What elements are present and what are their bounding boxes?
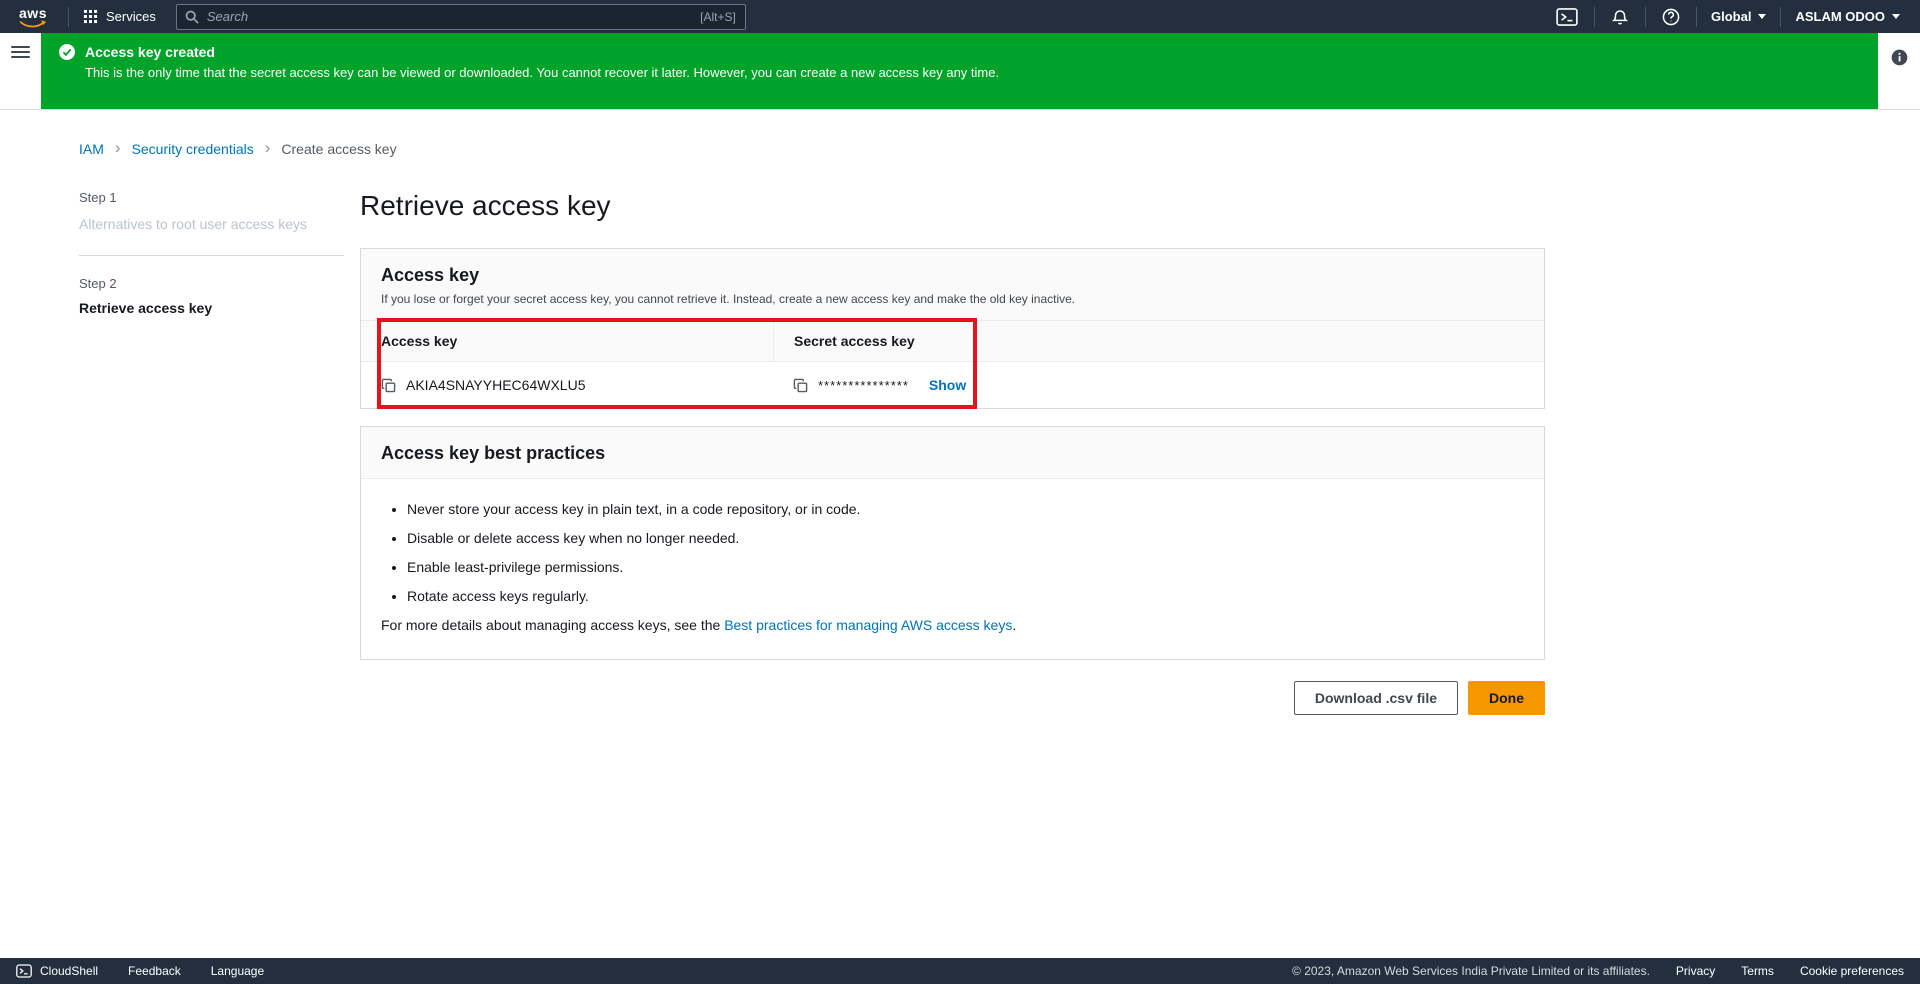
topbar-divider — [1696, 7, 1697, 27]
footer-language-link[interactable]: Language — [211, 964, 264, 978]
done-button[interactable]: Done — [1468, 681, 1545, 715]
steps-divider — [79, 255, 344, 256]
breadcrumb-current: Create access key — [281, 141, 396, 157]
account-label: ASLAM ODOO — [1795, 9, 1885, 24]
best-practice-item: Enable least-privilege permissions. — [407, 559, 1524, 575]
chevron-down-icon — [1892, 14, 1900, 19]
footer-cookie-preferences-link[interactable]: Cookie preferences — [1800, 964, 1904, 978]
account-menu[interactable]: ASLAM ODOO — [1791, 9, 1904, 24]
topbar-right-group: Global ASLAM ODOO — [1550, 7, 1904, 27]
chevron-right-icon: › — [265, 139, 271, 156]
wizard-steps-nav: Step 1 Alternatives to root user access … — [79, 190, 360, 715]
aws-logo-text: aws — [19, 6, 47, 20]
search-input[interactable] — [176, 4, 746, 30]
access-key-column-header: Access key — [361, 321, 773, 361]
region-selector[interactable]: Global — [1707, 9, 1770, 24]
access-key-panel-description: If you lose or forget your secret access… — [381, 292, 1524, 306]
services-menu[interactable]: Services — [79, 9, 160, 24]
step1-title: Alternatives to root user access keys — [79, 214, 344, 234]
global-search: [Alt+S] — [176, 4, 746, 30]
access-key-cell: AKIA4SNAYYHEC64WXLU5 — [361, 362, 773, 408]
topbar-divider — [68, 7, 69, 27]
notifications-button[interactable] — [1605, 8, 1635, 26]
step2-label: Step 2 — [79, 276, 344, 291]
secret-key-column-header: Secret access key — [773, 321, 1544, 361]
banner-message: This is the only time that the secret ac… — [85, 65, 1860, 80]
best-practices-title: Access key best practices — [381, 443, 1524, 464]
success-check-icon — [59, 44, 75, 60]
show-secret-key-link[interactable]: Show — [929, 377, 966, 393]
wizard-actions: Download .csv file Done — [360, 681, 1545, 715]
more-details-prefix: For more details about managing access k… — [381, 617, 724, 633]
secret-key-masked-value: *************** — [818, 378, 909, 393]
search-icon — [185, 10, 199, 27]
breadcrumb-iam[interactable]: IAM — [79, 141, 104, 157]
topbar-divider — [1594, 7, 1595, 27]
more-details-suffix: . — [1012, 617, 1016, 633]
region-label: Global — [1711, 9, 1751, 24]
footer-cloudshell-button[interactable]: CloudShell — [16, 964, 98, 978]
hamburger-menu-icon[interactable] — [11, 43, 30, 61]
bell-icon — [1611, 8, 1629, 26]
footer-cloudshell-label: CloudShell — [40, 964, 98, 978]
page-title: Retrieve access key — [360, 190, 1545, 222]
breadcrumb: IAM › Security credentials › Create acce… — [79, 140, 1920, 157]
access-key-table: Access key Secret access key AKIA4SNA — [361, 321, 1544, 408]
help-icon — [1662, 8, 1680, 26]
footer-copyright: © 2023, Amazon Web Services India Privat… — [1292, 964, 1650, 978]
access-key-panel: Access key If you lose or forget your se… — [360, 248, 1545, 409]
step1-label: Step 1 — [79, 190, 344, 205]
best-practices-body: Never store your access key in plain tex… — [361, 479, 1544, 659]
banner-row: Access key created This is the only time… — [0, 33, 1920, 109]
wizard-main-column: Retrieve access key Access key If you lo… — [360, 190, 1545, 715]
best-practices-panel: Access key best practices Never store yo… — [360, 426, 1545, 660]
success-flashbar: Access key created This is the only time… — [41, 33, 1878, 109]
cloudshell-button[interactable] — [1550, 8, 1584, 26]
chevron-down-icon — [1758, 14, 1766, 19]
cloudshell-icon — [16, 964, 32, 978]
cloudshell-terminal-icon — [1556, 8, 1578, 26]
right-info-strip — [1878, 33, 1920, 109]
copy-icon — [381, 378, 396, 393]
best-practices-panel-header: Access key best practices — [361, 427, 1544, 479]
footer-privacy-link[interactable]: Privacy — [1676, 964, 1715, 978]
footer-terms-link[interactable]: Terms — [1741, 964, 1774, 978]
best-practices-list: Never store your access key in plain tex… — [407, 501, 1524, 604]
access-key-panel-title: Access key — [381, 265, 1524, 286]
copy-icon — [793, 378, 808, 393]
breadcrumb-security-credentials[interactable]: Security credentials — [132, 141, 254, 157]
best-practice-item: Rotate access keys regularly. — [407, 588, 1524, 604]
access-key-panel-header: Access key If you lose or forget your se… — [361, 249, 1544, 321]
footer-bar: CloudShell Feedback Language © 2023, Ama… — [0, 958, 1920, 984]
services-grid-icon — [83, 9, 98, 24]
access-key-table-header: Access key Secret access key — [361, 321, 1544, 362]
step2-title: Retrieve access key — [79, 300, 344, 316]
footer-feedback-link[interactable]: Feedback — [128, 964, 181, 978]
best-practice-item: Disable or delete access key when no lon… — [407, 530, 1524, 546]
info-icon — [1891, 49, 1908, 66]
banner-title: Access key created — [85, 44, 215, 60]
topbar-divider — [1645, 7, 1646, 27]
access-key-table-row: AKIA4SNAYYHEC64WXLU5 *************** Sho… — [361, 362, 1544, 408]
best-practice-item: Never store your access key in plain tex… — [407, 501, 1524, 517]
left-nav-strip — [0, 33, 41, 109]
best-practices-more-text: For more details about managing access k… — [381, 617, 1524, 633]
top-navbar: aws Services [Alt+S] — [0, 0, 1920, 33]
aws-logo[interactable]: aws — [18, 6, 48, 28]
main-content: IAM › Security credentials › Create acce… — [0, 110, 1920, 958]
download-csv-button[interactable]: Download .csv file — [1294, 681, 1458, 715]
chevron-right-icon: › — [115, 139, 121, 156]
search-shortcut-hint: [Alt+S] — [700, 10, 736, 24]
services-label: Services — [106, 9, 156, 24]
topbar-divider — [1780, 7, 1781, 27]
copy-access-key-button[interactable] — [381, 378, 396, 393]
copy-secret-key-button[interactable] — [793, 378, 808, 393]
best-practices-link[interactable]: Best practices for managing AWS access k… — [724, 617, 1012, 633]
help-button[interactable] — [1656, 8, 1686, 26]
aws-smile-icon — [18, 20, 48, 28]
access-key-value: AKIA4SNAYYHEC64WXLU5 — [406, 377, 585, 393]
secret-key-cell: *************** Show — [773, 362, 1544, 408]
info-panel-button[interactable] — [1891, 49, 1908, 71]
